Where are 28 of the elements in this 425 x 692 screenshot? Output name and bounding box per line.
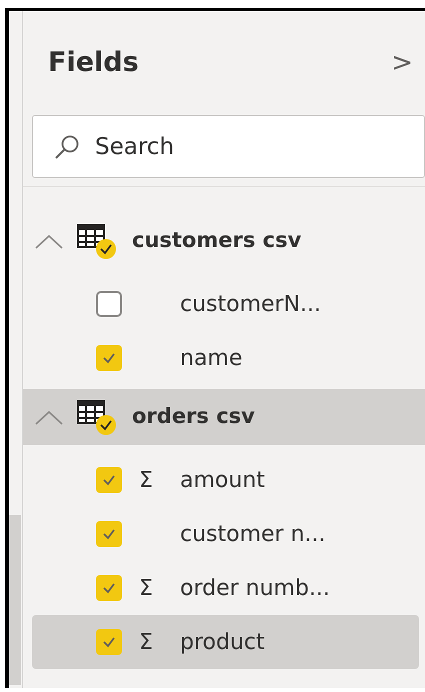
checkbox[interactable] — [96, 629, 122, 655]
sum-glyph: Σ — [138, 628, 154, 656]
field-row-highlight[interactable]: Σ product — [32, 615, 419, 669]
scrollbar[interactable] — [9, 515, 21, 685]
table-row-highlight[interactable]: orders csv — [23, 389, 425, 445]
field-name[interactable]: amount — [180, 464, 265, 496]
table-icon — [76, 221, 118, 261]
table-name[interactable]: orders csv — [132, 401, 255, 433]
table-name[interactable]: customers csv — [132, 225, 302, 257]
search-field[interactable]: Search — [32, 115, 425, 178]
checkbox[interactable] — [96, 467, 122, 493]
chevron-icon[interactable] — [34, 408, 64, 426]
table-icon — [76, 397, 118, 437]
pane-title: Fields — [48, 46, 139, 80]
checkbox[interactable] — [96, 291, 122, 317]
checkbox[interactable] — [96, 575, 122, 601]
field-name[interactable]: customer n... — [180, 518, 326, 550]
field-name[interactable]: order numb... — [180, 572, 330, 604]
checkbox[interactable] — [96, 345, 122, 371]
sum-glyph: Σ — [138, 574, 154, 602]
search-icon — [54, 134, 80, 160]
sum-glyph: Σ — [138, 466, 154, 494]
field-name[interactable]: customerN... — [180, 288, 322, 320]
field-name[interactable]: product — [180, 626, 265, 658]
chevron-icon[interactable] — [34, 232, 64, 250]
field-name[interactable]: name — [180, 342, 242, 374]
checkbox[interactable] — [96, 521, 122, 547]
collapse-button[interactable]: > — [385, 44, 419, 82]
